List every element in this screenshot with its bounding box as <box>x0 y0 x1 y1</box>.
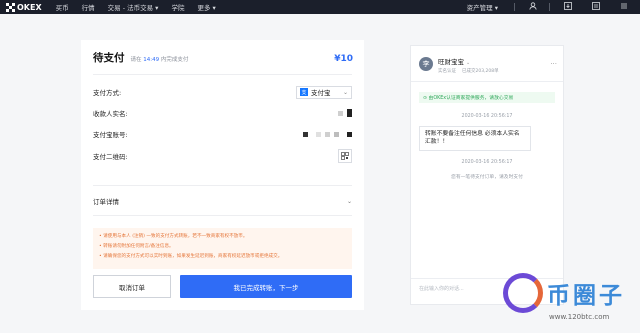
nav-right-group: 资产管理 ▾ <box>467 2 634 12</box>
payee-name-row: 收款人实名: <box>93 107 352 119</box>
payment-method-value: 支付宝 <box>311 89 331 97</box>
message-timestamp: 2020-03-16 20:56:17 <box>461 160 513 165</box>
payment-method-select[interactable]: 支 支付宝 ⌄ <box>296 85 352 99</box>
hint-prefix: 请在 <box>130 57 142 63</box>
trade-count: 已成交203,208单 <box>462 69 499 74</box>
avatar[interactable]: 李 <box>419 57 433 71</box>
alipay-account-masked <box>299 131 352 137</box>
chat-header: 李 旺财宝宝 ⌄ 实名认证 已成交203,208单 ··· <box>411 46 563 82</box>
more-options-icon[interactable]: ··· <box>550 60 557 68</box>
chevron-down-icon: ⌄ <box>466 60 471 66</box>
payee-name-masked <box>334 109 352 117</box>
chevron-down-icon: ⌄ <box>342 88 348 96</box>
order-details-toggle[interactable]: 订单详情 ⌄ <box>93 195 352 207</box>
user-icon[interactable] <box>523 2 543 12</box>
payee-name-label: 收款人实名: <box>93 110 128 118</box>
payment-method-row: 支付方式: 支 支付宝 ⌄ <box>93 85 352 99</box>
seller-meta: 实名认证 已成交203,208单 <box>438 68 505 74</box>
notice-item: • 转账请勿附加任何附言/备注信息。 <box>99 244 174 249</box>
order-details-label: 订单详情 <box>93 198 119 206</box>
payment-card: 待支付 请在 14:49 内完成支付 ¥10 支付方式: 支 支付宝 ⌄ 收款人… <box>81 40 364 310</box>
brand-name: OKEX <box>17 2 42 12</box>
payment-notice: • 请使用与本人 (注销) 一致的支付方式转账，若不一致商家有权不放币。 • 转… <box>93 228 352 269</box>
cancel-order-button[interactable]: 取消订单 <box>93 275 171 298</box>
transfer-done-button[interactable]: 我已完成转账，下一步 <box>180 275 352 298</box>
payment-header: 待支付 请在 14:49 内完成支付 ¥10 <box>93 50 353 64</box>
nav-item-more[interactable]: 更多 ▾ <box>197 2 215 12</box>
watermark-logo-icon <box>503 273 543 313</box>
alipay-icon: 支 <box>300 88 308 96</box>
payment-title: 待支付 <box>93 52 125 64</box>
chat-message-bubble: 转账不要备注任何信息 必须本人实名汇款！！ <box>419 126 531 151</box>
seller-name: 旺财宝宝 <box>438 58 464 66</box>
okex-logo[interactable]: OKEX <box>6 2 42 12</box>
watermark: 币圈子 www.120btc.com <box>503 268 640 333</box>
qr-code-icon[interactable] <box>338 149 352 163</box>
system-message: 您有一笔待支付订单，请及时支付 <box>451 175 523 180</box>
menu-icon[interactable] <box>614 2 634 12</box>
nav-divider <box>514 3 515 11</box>
payment-deadline-hint: 请在 14:49 内完成支付 <box>131 55 189 63</box>
divider <box>93 74 352 75</box>
alipay-account-row: 支付宝账号: <box>93 128 352 140</box>
okex-logo-mark-icon <box>6 2 15 12</box>
nav-item-buy[interactable]: 买币 <box>56 2 69 12</box>
payment-method-label: 支付方式: <box>93 89 122 97</box>
nav-item-assets[interactable]: 资产管理 ▾ <box>467 2 498 12</box>
divider <box>93 215 352 216</box>
nav-item-market[interactable]: 行情 <box>82 2 95 12</box>
watermark-text: 币圈子 <box>547 283 625 309</box>
notice-item: • 请使用与本人 (注销) 一致的支付方式转账，若不一致商家有权不放币。 <box>99 234 248 239</box>
download-icon[interactable] <box>558 2 578 12</box>
chat-panel: 李 旺财宝宝 ⌄ 实名认证 已成交203,208单 ··· ⊙ 由OKEx认证商家… <box>410 45 564 305</box>
alipay-account-label: 支付宝账号: <box>93 131 128 139</box>
payment-amount: ¥10 <box>334 54 353 64</box>
seller-name-group[interactable]: 旺财宝宝 ⌄ <box>438 56 470 66</box>
qr-code-row: 支付二维码: <box>93 149 352 163</box>
hint-suffix: 内完成支付 <box>160 57 189 63</box>
watermark-url: www.120btc.com <box>549 313 610 321</box>
countdown-time: 14:49 <box>143 57 160 63</box>
nav-divider <box>549 3 550 11</box>
divider <box>93 185 352 186</box>
nav-item-academy[interactable]: 学院 <box>171 2 184 12</box>
notice-item: • 请确保您的支付方式可以实时到账，如果发生延迟到账，商家有权延迟放币或拒绝成交… <box>99 254 283 259</box>
chevron-down-icon: ⌄ <box>346 197 352 205</box>
verified-merchant-tip: ⊙ 由OKEx认证商家提供服务，请放心交易 <box>419 92 555 103</box>
nav-item-trade[interactable]: 交易 - 法币交易 ▾ <box>108 2 159 12</box>
top-navigation-bar: OKEX 买币 行情 交易 - 法币交易 ▾ 学院 更多 ▾ 资产管理 ▾ <box>0 0 640 14</box>
qr-code-label: 支付二维码: <box>93 153 128 161</box>
verified-badge: 实名认证 <box>438 69 456 74</box>
bell-icon[interactable] <box>586 2 606 12</box>
message-timestamp: 2020-03-16 20:56:17 <box>461 114 513 119</box>
